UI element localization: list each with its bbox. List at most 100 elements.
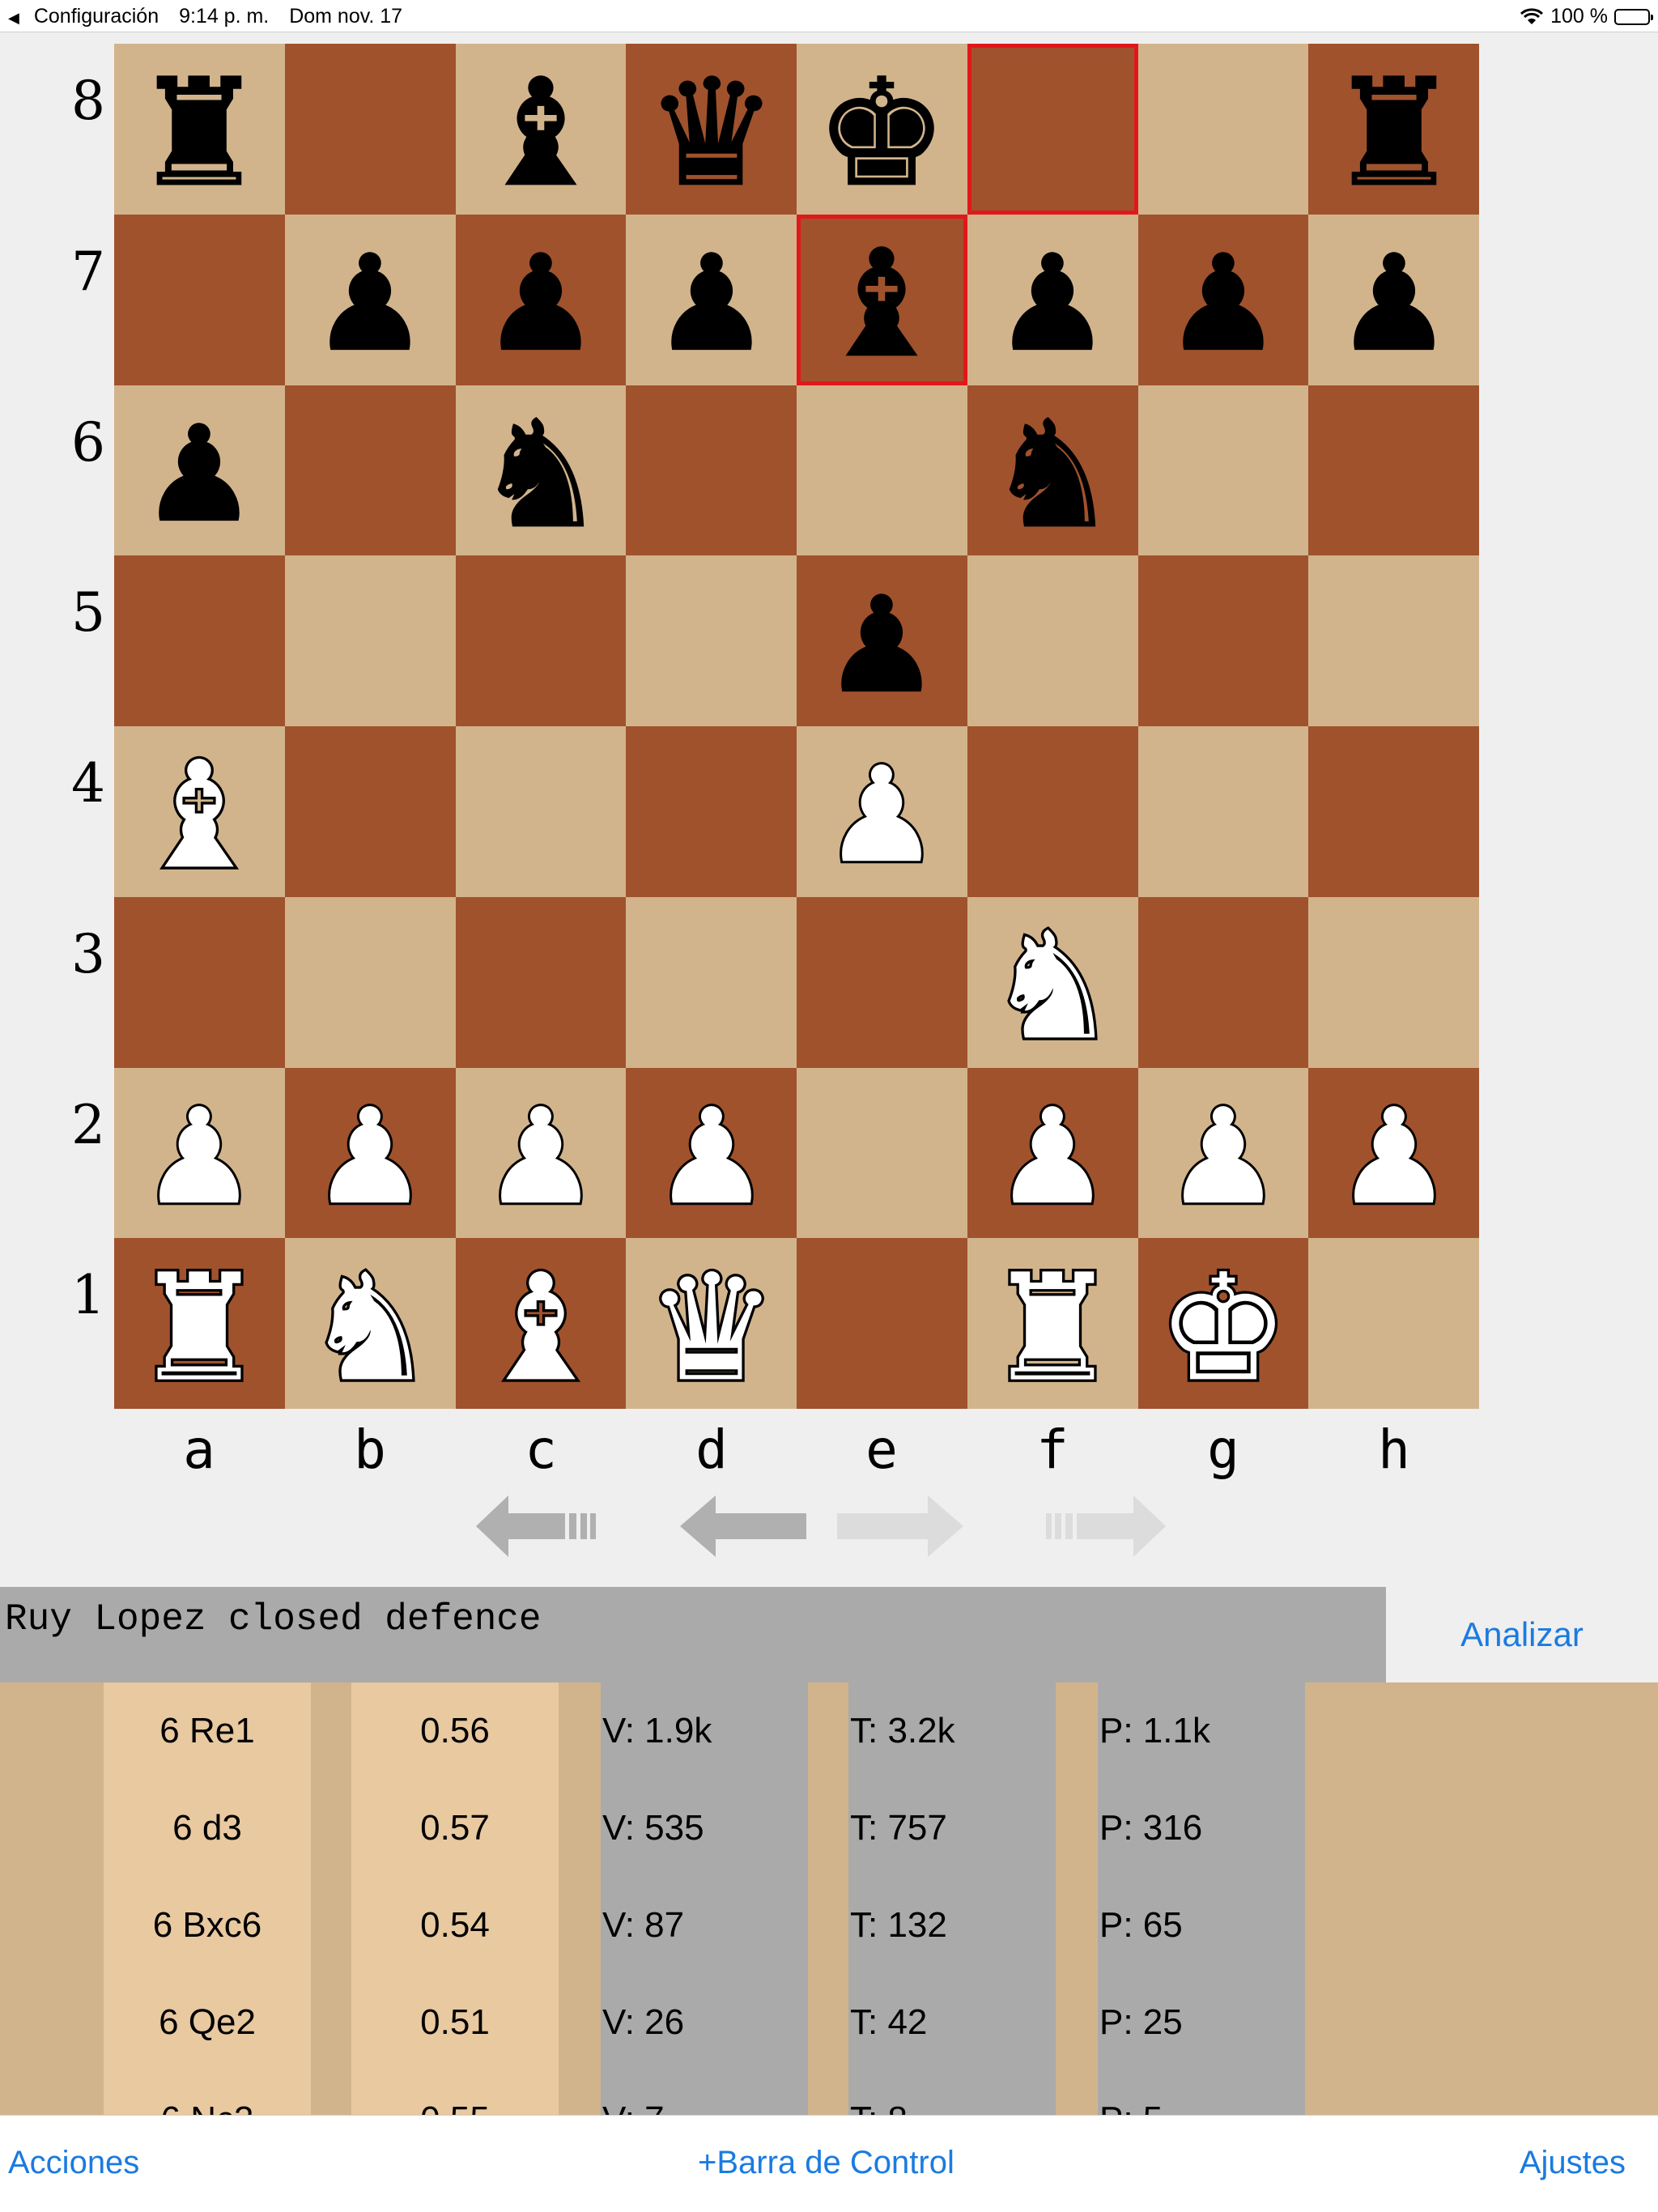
white-pawn-icon[interactable]: ♟ — [472, 1084, 610, 1222]
square-b5[interactable] — [284, 555, 456, 726]
table-row[interactable]: 6 Qe2 0.51 V: 26 T: 42 P: 25 — [0, 1974, 1658, 2071]
white-knight-icon[interactable]: ♞ — [293, 1247, 447, 1401]
white-pawn-icon[interactable]: ♟ — [1154, 1084, 1292, 1222]
square-e1[interactable] — [797, 1238, 967, 1409]
square-g3[interactable] — [1137, 896, 1309, 1068]
white-pawn-icon[interactable]: ♟ — [643, 1084, 780, 1222]
square-b1[interactable]: ♞ — [284, 1238, 456, 1409]
square-g5[interactable] — [1137, 555, 1309, 726]
last-move-icon[interactable] — [1036, 1494, 1166, 1559]
table-row[interactable]: 6 Bxc6 0.54 V: 87 T: 132 P: 65 — [0, 1877, 1658, 1974]
settings-button[interactable]: Ajustes — [1520, 2145, 1626, 2181]
white-bishop-icon[interactable]: ♝ — [464, 1247, 618, 1401]
square-e7[interactable]: ♝ — [797, 214, 967, 385]
square-c3[interactable] — [455, 896, 627, 1068]
square-e2[interactable] — [797, 1067, 967, 1239]
square-c5[interactable] — [455, 555, 627, 726]
first-move-icon[interactable] — [476, 1494, 606, 1559]
square-a1[interactable]: ♜ — [114, 1238, 285, 1409]
black-pawn-icon[interactable]: ♟ — [130, 402, 268, 539]
square-d5[interactable] — [626, 555, 797, 726]
square-f1[interactable]: ♜ — [967, 1238, 1138, 1409]
black-pawn-icon[interactable]: ♟ — [472, 231, 610, 368]
square-f6[interactable]: ♞ — [967, 385, 1138, 556]
white-pawn-icon[interactable]: ♟ — [813, 742, 950, 880]
square-h2[interactable]: ♟ — [1308, 1067, 1479, 1239]
square-d3[interactable] — [626, 896, 797, 1068]
square-b6[interactable] — [284, 385, 456, 556]
square-e8[interactable]: ♚ — [797, 44, 967, 215]
square-g2[interactable]: ♟ — [1137, 1067, 1309, 1239]
actions-button[interactable]: Acciones — [8, 2145, 139, 2181]
square-c8[interactable]: ♝ — [455, 44, 627, 215]
square-g8[interactable] — [1137, 44, 1309, 215]
black-king-icon[interactable]: ♚ — [805, 52, 959, 206]
black-pawn-icon[interactable]: ♟ — [301, 231, 439, 368]
black-pawn-icon[interactable]: ♟ — [1325, 231, 1463, 368]
table-row[interactable]: 6 Re1 0.56 V: 1.9k T: 3.2k P: 1.1k — [0, 1682, 1658, 1780]
square-a8[interactable]: ♜ — [114, 44, 285, 215]
analyze-button[interactable]: Analizar — [1386, 1587, 1658, 1682]
square-g7[interactable]: ♟ — [1137, 214, 1309, 385]
square-e5[interactable]: ♟ — [797, 555, 967, 726]
square-d8[interactable]: ♛ — [626, 44, 797, 215]
square-g6[interactable] — [1137, 385, 1309, 556]
square-g4[interactable] — [1137, 726, 1309, 897]
white-pawn-icon[interactable]: ♟ — [984, 1084, 1121, 1222]
square-c1[interactable]: ♝ — [455, 1238, 627, 1409]
square-b2[interactable]: ♟ — [284, 1067, 456, 1239]
square-e3[interactable] — [797, 896, 967, 1068]
square-a5[interactable] — [114, 555, 285, 726]
square-f5[interactable] — [967, 555, 1138, 726]
square-a3[interactable] — [114, 896, 285, 1068]
square-h5[interactable] — [1308, 555, 1479, 726]
square-c7[interactable]: ♟ — [455, 214, 627, 385]
square-f3[interactable]: ♞ — [967, 896, 1138, 1068]
square-h6[interactable] — [1308, 385, 1479, 556]
white-rook-icon[interactable]: ♜ — [122, 1247, 276, 1401]
square-c2[interactable]: ♟ — [455, 1067, 627, 1239]
black-pawn-icon[interactable]: ♟ — [1154, 231, 1292, 368]
square-d1[interactable]: ♛ — [626, 1238, 797, 1409]
white-rook-icon[interactable]: ♜ — [976, 1247, 1129, 1401]
square-h7[interactable]: ♟ — [1308, 214, 1479, 385]
black-bishop-icon[interactable]: ♝ — [805, 223, 959, 376]
black-knight-icon[interactable]: ♞ — [464, 393, 618, 547]
back-to-app-link[interactable]: ◀ Configuración — [8, 5, 159, 28]
square-f8[interactable] — [967, 44, 1138, 215]
black-queen-icon[interactable]: ♛ — [635, 52, 789, 206]
white-bishop-icon[interactable]: ♝ — [122, 734, 276, 888]
square-d4[interactable] — [626, 726, 797, 897]
black-rook-icon[interactable]: ♜ — [122, 52, 276, 206]
square-d6[interactable] — [626, 385, 797, 556]
table-row[interactable]: 6 d3 0.57 V: 535 T: 757 P: 316 — [0, 1780, 1658, 1877]
black-pawn-icon[interactable]: ♟ — [643, 231, 780, 368]
black-bishop-icon[interactable]: ♝ — [464, 52, 618, 206]
square-h4[interactable] — [1308, 726, 1479, 897]
black-pawn-icon[interactable]: ♟ — [813, 572, 950, 710]
black-pawn-icon[interactable]: ♟ — [984, 231, 1121, 368]
square-h1[interactable] — [1308, 1238, 1479, 1409]
square-a4[interactable]: ♝ — [114, 726, 285, 897]
black-rook-icon[interactable]: ♜ — [1317, 52, 1471, 206]
square-f2[interactable]: ♟ — [967, 1067, 1138, 1239]
square-b4[interactable] — [284, 726, 456, 897]
square-g1[interactable]: ♚ — [1137, 1238, 1309, 1409]
white-pawn-icon[interactable]: ♟ — [1325, 1084, 1463, 1222]
table-row[interactable]: 6 Nc3 0.55 V: 7 T: 8 P: 5 — [0, 2071, 1658, 2115]
next-move-icon[interactable] — [834, 1494, 963, 1559]
white-pawn-icon[interactable]: ♟ — [301, 1084, 439, 1222]
white-pawn-icon[interactable]: ♟ — [130, 1084, 268, 1222]
square-a6[interactable]: ♟ — [114, 385, 285, 556]
square-b7[interactable]: ♟ — [284, 214, 456, 385]
square-e4[interactable]: ♟ — [797, 726, 967, 897]
square-f7[interactable]: ♟ — [967, 214, 1138, 385]
previous-move-icon[interactable] — [680, 1494, 810, 1559]
control-bar-button[interactable]: +Barra de Control — [698, 2145, 954, 2181]
square-h3[interactable] — [1308, 896, 1479, 1068]
white-king-icon[interactable]: ♚ — [1146, 1247, 1300, 1401]
square-b8[interactable] — [284, 44, 456, 215]
square-d2[interactable]: ♟ — [626, 1067, 797, 1239]
square-d7[interactable]: ♟ — [626, 214, 797, 385]
black-knight-icon[interactable]: ♞ — [976, 393, 1129, 547]
